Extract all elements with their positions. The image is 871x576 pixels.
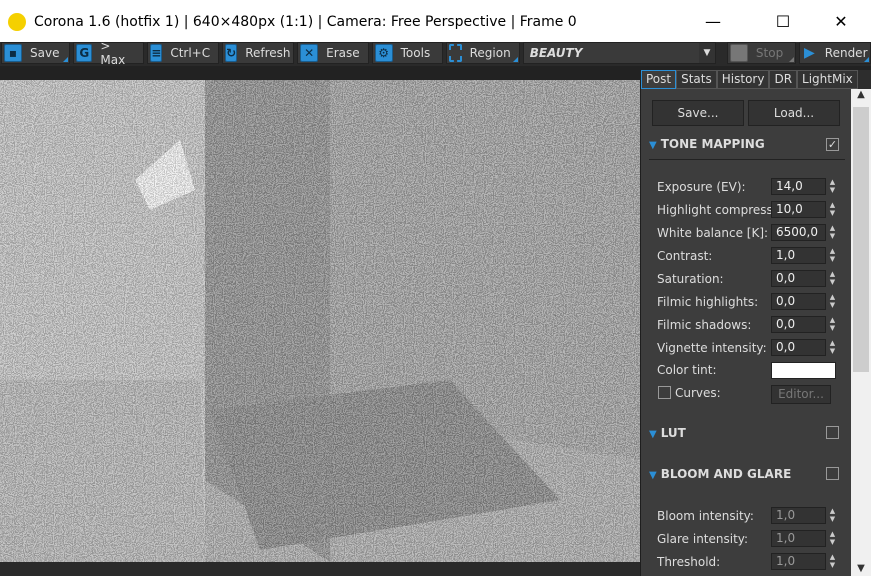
scroll-down-icon[interactable]: ▼ [851, 563, 871, 574]
spinner-arrows-icon[interactable]: ▲ ▼ [828, 293, 837, 310]
tab-history[interactable]: History [716, 70, 770, 89]
gear-icon: ⚙ [374, 44, 393, 62]
spinner-arrows-icon[interactable]: ▲ ▼ [828, 530, 837, 547]
window-title: Corona 1.6 (hotfix 1) | 640×480px (1:1) … [34, 14, 577, 30]
save-label: Save [30, 46, 60, 60]
curves-checkbox[interactable] [658, 386, 671, 399]
spinner-arrows-icon[interactable]: ▲ ▼ [828, 178, 837, 195]
panel-scrollbar[interactable]: ▲ ▼ [851, 89, 871, 576]
render-button[interactable]: ▶ Render [799, 42, 871, 64]
spinner-arrows-icon[interactable]: ▲ ▼ [828, 339, 837, 356]
stop-icon [729, 44, 748, 62]
field-input[interactable]: 1,0 [771, 530, 826, 547]
scroll-up-icon[interactable]: ▲ [851, 89, 871, 100]
lut-header[interactable]: ▼ LUT [649, 426, 845, 440]
spinner-arrows-icon[interactable]: ▲ ▼ [828, 316, 837, 333]
erase-label: Erase [326, 46, 360, 60]
bloom-title: BLOOM AND GLARE [660, 467, 792, 481]
field-input[interactable]: 0,0 [771, 316, 826, 333]
expand-triangle-icon: ▼ [649, 429, 657, 440]
3dsmax-icon: G [76, 44, 93, 62]
field-input[interactable]: 1,0 [771, 507, 826, 524]
title-bar: Corona 1.6 (hotfix 1) | 640×480px (1:1) … [0, 0, 871, 44]
side-panel: Post Stats History DR LightMix Save... L… [641, 70, 871, 576]
spinner-arrows-icon[interactable]: ▲ ▼ [828, 247, 837, 264]
corona-logo-icon [8, 13, 26, 31]
save-button[interactable]: ▪ Save [1, 42, 71, 64]
toolbar: ▪ Save G > Max ≡ Ctrl+C ↻ Refresh ✕ Erase ⚙ To… [0, 39, 871, 67]
color-tint-swatch[interactable] [771, 362, 836, 379]
tone-mapping-title: TONE MAPPING [660, 137, 765, 151]
spinner-arrows-icon[interactable]: ▲ ▼ [828, 507, 837, 524]
field-input[interactable]: 0,0 [771, 270, 826, 287]
play-icon: ▶ [804, 45, 815, 61]
close-button[interactable]: ✕ [818, 8, 864, 36]
field-input[interactable]: 0,0 [771, 339, 826, 356]
tone-mapping-header[interactable]: ▼ TONE MAPPING [649, 137, 845, 160]
copy-button[interactable]: ≡ Ctrl+C [147, 42, 220, 64]
spinner-arrows-icon[interactable]: ▲ ▼ [828, 224, 837, 241]
field-input[interactable]: 14,0 [771, 178, 826, 195]
field-input[interactable]: 0,0 [771, 293, 826, 310]
curves-editor-button[interactable]: Editor... [771, 385, 831, 404]
erase-icon: ✕ [300, 44, 319, 62]
max-button[interactable]: G > Max [73, 39, 145, 67]
tab-lightmix[interactable]: LightMix [797, 70, 858, 89]
bloom-checkbox[interactable] [826, 467, 839, 480]
channel-select[interactable]: BEAUTY ▼ [522, 42, 716, 64]
render-viewport[interactable] [0, 80, 640, 562]
spinner-arrows-icon[interactable]: ▲ ▼ [828, 270, 837, 287]
scrollbar-thumb[interactable] [853, 107, 869, 372]
erase-button[interactable]: ✕ Erase [297, 42, 369, 64]
tone-mapping-checkbox[interactable]: ✓ [826, 138, 839, 151]
tools-label: Tools [400, 46, 431, 60]
field-input[interactable]: 6500,0 [771, 224, 826, 241]
stop-button[interactable]: Stop [726, 42, 796, 64]
chevron-down-icon[interactable]: ▼ [698, 43, 715, 63]
copy-label: Ctrl+C [170, 46, 211, 60]
panel-tabs: Post Stats History DR LightMix [641, 70, 871, 89]
status-strip [0, 562, 640, 576]
spinner-arrows-icon[interactable]: ▲ ▼ [828, 201, 837, 218]
refresh-label: Refresh [245, 46, 291, 60]
tab-post[interactable]: Post [641, 70, 677, 89]
max-label: > Max [100, 39, 126, 67]
save-settings-button[interactable]: Save... [652, 100, 744, 126]
floppy-icon: ▪ [4, 44, 22, 62]
minimize-button[interactable]: — [690, 8, 736, 36]
refresh-button[interactable]: ↻ Refresh [222, 42, 295, 64]
render-label: Render [824, 46, 868, 60]
stop-label: Stop [755, 46, 784, 60]
region-icon [448, 44, 462, 62]
field-input[interactable]: 10,0 [771, 201, 826, 218]
tools-button[interactable]: ⚙ Tools [371, 42, 443, 64]
bloom-header[interactable]: ▼ BLOOM AND GLARE [649, 467, 845, 481]
maximize-button[interactable]: ☐ [760, 8, 806, 36]
collapse-triangle-icon: ▼ [649, 140, 657, 151]
expand-triangle-icon: ▼ [649, 470, 657, 481]
clipboard-icon: ≡ [150, 44, 163, 62]
spinner-arrows-icon[interactable]: ▲ ▼ [828, 553, 837, 570]
channel-value: BEAUTY [529, 46, 583, 60]
render-image [0, 80, 640, 562]
load-settings-button[interactable]: Load... [748, 100, 840, 126]
region-button[interactable]: Region [445, 42, 520, 64]
tab-dr[interactable]: DR [769, 70, 798, 89]
field-input[interactable]: 1,0 [771, 553, 826, 570]
region-label: Region [469, 46, 511, 60]
tab-stats[interactable]: Stats [676, 70, 717, 89]
lut-checkbox[interactable] [826, 426, 839, 439]
lut-title: LUT [660, 426, 686, 440]
field-input[interactable]: 1,0 [771, 247, 826, 264]
refresh-icon: ↻ [225, 44, 238, 62]
